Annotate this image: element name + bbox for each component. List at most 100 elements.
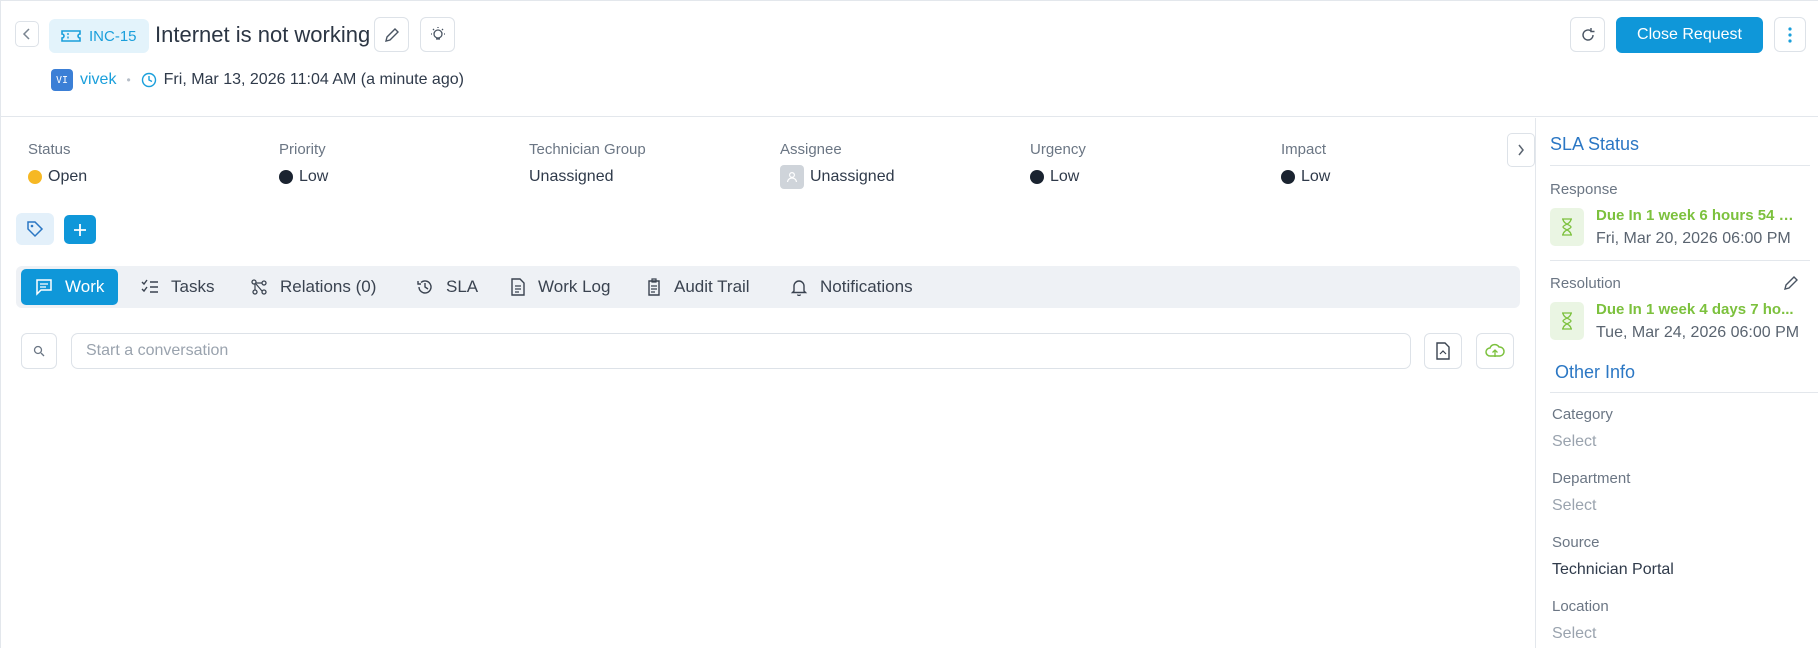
tab-label: Work Log: [538, 277, 611, 296]
response-due: Due In 1 week 6 hours 54 mi...: [1596, 207, 1806, 224]
field-assignee[interactable]: Assignee Unassigned: [780, 141, 895, 189]
more-options-button[interactable]: [1774, 17, 1806, 52]
kebab-menu-icon: [1788, 26, 1792, 43]
refresh-button[interactable]: [1570, 17, 1605, 52]
field-value: Low: [1301, 168, 1331, 185]
conversation-input[interactable]: [71, 333, 1411, 369]
source-value[interactable]: Technician Portal: [1552, 561, 1674, 579]
cloud-upload-button[interactable]: [1476, 333, 1514, 369]
field-label: Status: [28, 141, 71, 158]
chat-icon: [36, 279, 52, 296]
divider: [1550, 260, 1810, 261]
field-value: Open: [48, 168, 88, 185]
tab-relations[interactable]: Relations (0): [250, 266, 376, 308]
search-icon: [33, 345, 45, 357]
location-label: Location: [1552, 598, 1609, 615]
field-impact[interactable]: Impact Low: [1281, 141, 1330, 186]
field-urgency[interactable]: Urgency Low: [1030, 141, 1086, 186]
field-label: Impact: [1281, 141, 1327, 158]
field-value: Low: [1050, 168, 1080, 185]
hourglass-icon: [1562, 218, 1572, 236]
ticket-icon: [61, 30, 81, 42]
field-label: Priority: [279, 141, 326, 158]
close-request-button[interactable]: Close Request: [1616, 17, 1763, 53]
lightbulb-icon: [430, 26, 445, 40]
back-button[interactable]: [15, 21, 39, 47]
tab-label: Work: [65, 277, 105, 296]
divider: [1550, 392, 1818, 393]
status-dot: [28, 170, 42, 184]
cloud-icon: [1485, 343, 1505, 357]
search-conversation-button[interactable]: [21, 333, 57, 369]
suggestion-button[interactable]: [420, 17, 455, 52]
tab-tasks[interactable]: Tasks: [141, 266, 214, 308]
collapse-sidebar-button[interactable]: [1507, 133, 1535, 167]
department-label: Department: [1552, 470, 1631, 487]
sla-sidebar: SLA Status Response Due In 1 week 6 hour…: [1535, 118, 1818, 648]
field-label: Assignee: [780, 141, 842, 158]
document-icon: [511, 278, 525, 296]
avatar: VI: [51, 69, 73, 91]
field-status[interactable]: Status Open: [28, 141, 87, 186]
file-icon: [1436, 342, 1450, 360]
department-select[interactable]: Select: [1552, 497, 1596, 515]
location-select[interactable]: Select: [1552, 625, 1596, 643]
request-title: Internet is not working: [155, 22, 371, 47]
field-technician-group[interactable]: Technician Group Unassigned: [529, 141, 646, 186]
tab-audit-trail[interactable]: Audit Trail: [646, 266, 750, 308]
clock-icon: [141, 72, 156, 88]
relations-icon: [251, 279, 267, 295]
field-priority[interactable]: Priority Low: [279, 141, 328, 186]
field-label: Urgency: [1030, 141, 1086, 158]
separator-dot: •: [126, 73, 131, 87]
category-select[interactable]: Select: [1552, 433, 1596, 451]
resolution-label: Resolution: [1550, 275, 1621, 292]
source-label: Source: [1552, 534, 1600, 551]
author-link[interactable]: vivek: [80, 71, 116, 89]
tab-label: Tasks: [171, 277, 215, 296]
ticket-id: INC-15: [89, 27, 137, 45]
field-value: Low: [299, 168, 329, 185]
attach-document-button[interactable]: [1424, 333, 1462, 369]
refresh-icon: [1581, 27, 1594, 41]
request-detail-page: INC-15 Internet is not working VI vivek …: [0, 0, 1818, 648]
tags-button[interactable]: [16, 213, 54, 245]
request-header: INC-15 Internet is not working VI vivek …: [1, 1, 1818, 117]
created-timestamp: Fri, Mar 13, 2026 11:04 AM (a minute ago…: [163, 71, 464, 88]
category-label: Category: [1552, 406, 1613, 423]
tab-sla[interactable]: SLA: [416, 266, 478, 308]
tab-work-log[interactable]: Work Log: [510, 266, 610, 308]
tab-work[interactable]: Work: [21, 269, 119, 305]
tab-label: Notifications: [820, 277, 913, 296]
response-date: Fri, Mar 20, 2026 06:00 PM: [1596, 230, 1791, 247]
resolution-due: Due In 1 week 4 days 7 ho...: [1596, 301, 1794, 318]
pencil-icon: [384, 27, 399, 42]
plus-icon: [74, 223, 86, 236]
user-placeholder-icon: [780, 165, 804, 189]
response-label: Response: [1550, 181, 1618, 198]
chevron-right-icon: [1518, 144, 1524, 156]
edit-title-button[interactable]: [374, 17, 409, 52]
resolution-sla-badge: [1550, 302, 1584, 340]
clipboard-icon: [648, 278, 660, 296]
chevron-left-icon: [22, 28, 30, 40]
other-info-heading: Other Info: [1555, 362, 1636, 382]
ticket-id-chip: INC-15: [49, 19, 149, 53]
field-label: Technician Group: [529, 141, 646, 158]
hourglass-icon: [1562, 312, 1572, 330]
add-tag-button[interactable]: [64, 215, 96, 244]
request-byline: VI vivek • Fri, Mar 13, 2026 11:04 AM (a…: [51, 69, 464, 91]
resolution-date: Tue, Mar 24, 2026 06:00 PM: [1596, 324, 1800, 341]
bell-icon: [790, 280, 808, 296]
response-sla-badge: [1550, 208, 1584, 246]
field-value: Unassigned: [529, 168, 614, 185]
impact-dot: [1281, 170, 1295, 184]
sla-status-heading: SLA Status: [1550, 134, 1640, 154]
tab-label: SLA: [446, 277, 479, 296]
divider: [1550, 165, 1810, 166]
detail-tabs: Work Tasks Relations (0) SLA Work Log Au…: [16, 266, 1520, 308]
pencil-icon[interactable]: [1783, 275, 1799, 291]
tag-icon: [27, 221, 44, 238]
tab-notifications[interactable]: Notifications: [790, 266, 913, 308]
tab-label: Audit Trail: [674, 277, 750, 296]
